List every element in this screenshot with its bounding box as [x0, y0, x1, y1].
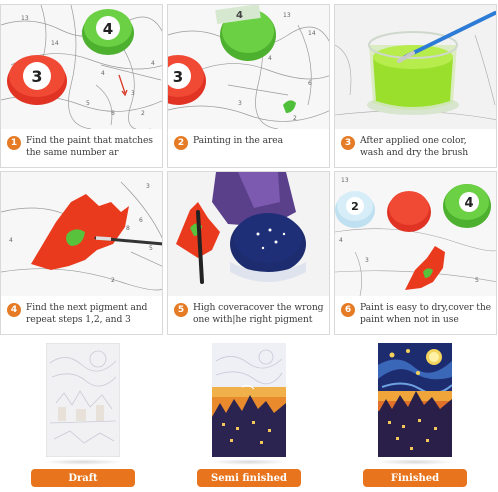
svg-text:4: 4 [101, 70, 105, 77]
svg-text:6: 6 [308, 80, 312, 87]
draft-shadow [43, 459, 123, 465]
draft-canvas-image [45, 342, 121, 458]
pot-label-green-2: 4 [236, 10, 243, 21]
step-5-text: High coveracover the wrong one with|he r… [193, 302, 324, 325]
step-card-3: 3 After applied one color, wash and dry … [334, 4, 497, 168]
step-1-caption: 1 Find the paint that matches the same n… [7, 132, 158, 167]
step-6-number: 6 [341, 303, 355, 317]
pot-label-blue: 2 [351, 200, 359, 213]
step-card-6: 13144 53 2 4 6 Paint is easy to dry,cove… [334, 171, 497, 335]
svg-text:4: 4 [268, 55, 272, 62]
stage-finished: Finished [332, 335, 498, 492]
step-1-number: 1 [7, 136, 21, 150]
svg-text:4: 4 [151, 60, 155, 67]
pot-label-red-2: 3 [173, 68, 183, 86]
svg-text:2: 2 [141, 110, 145, 117]
svg-text:5: 5 [149, 245, 153, 252]
step-6-caption: 6 Paint is easy to dry,cover the paint w… [341, 299, 492, 334]
pot-label-green: 4 [103, 20, 113, 38]
svg-text:14: 14 [51, 40, 59, 47]
step-6-text: Paint is easy to dry,cover the paint whe… [360, 302, 491, 325]
pot-label-red: 3 [31, 67, 42, 86]
svg-text:6: 6 [111, 110, 115, 117]
svg-text:4: 4 [9, 237, 13, 244]
svg-text:14: 14 [308, 30, 316, 37]
step-2-text: Painting in the area [193, 135, 283, 146]
svg-text:3: 3 [131, 90, 135, 97]
svg-text:13: 13 [283, 12, 291, 19]
step-2-number: 2 [174, 136, 188, 150]
svg-text:3: 3 [238, 100, 242, 107]
pot-label-green-6: 4 [464, 196, 473, 211]
svg-text:13: 13 [21, 15, 29, 22]
step-1-text: Find the paint that matches the same num… [26, 135, 153, 158]
stage-draft: Draft [0, 335, 166, 492]
semi-finished-label: Semi finished [197, 469, 301, 487]
finished-canvas-image [378, 343, 453, 457]
step-5-number: 5 [174, 303, 188, 317]
step-card-2: 13 14 4 3 6 2 3 4 2 Painting in the area [167, 4, 330, 168]
progress-stages: Draft Semi finished Finished [0, 335, 498, 492]
step-2-caption: 2 Painting in the area [174, 132, 325, 167]
step-3-text: After applied one color, wash and dry th… [360, 135, 469, 158]
step-card-1: 131415 436 425 3 4 1 Find the paint that… [0, 4, 163, 168]
step-4-text: Find the next pigment and repeat steps 1… [26, 302, 148, 325]
svg-text:13: 13 [341, 177, 349, 184]
finished-label: Finished [363, 469, 467, 487]
svg-text:3: 3 [146, 183, 150, 190]
step-card-5: 5 High coveracover the wrong one with|he… [167, 171, 330, 335]
finished-shadow [375, 459, 455, 465]
step-4-photo: 3 6 5 8 4 2 [1, 172, 162, 296]
semi-finished-shadow [209, 459, 289, 465]
step-2-photo: 13 14 4 3 6 2 3 4 [168, 5, 329, 129]
svg-text:3: 3 [365, 257, 369, 264]
svg-text:5: 5 [475, 277, 479, 284]
step-5-photo [168, 172, 329, 296]
step-4-number: 4 [7, 303, 21, 317]
svg-text:8: 8 [126, 225, 130, 232]
step-3-number: 3 [341, 136, 355, 150]
svg-text:6: 6 [139, 217, 143, 224]
step-4-caption: 4 Find the next pigment and repeat steps… [7, 299, 158, 334]
step-3-caption: 3 After applied one color, wash and dry … [341, 132, 492, 167]
instruction-grid: 131415 436 425 3 4 1 Find the paint that… [0, 0, 498, 335]
step-5-caption: 5 High coveracover the wrong one with|he… [174, 299, 325, 334]
stage-semi-finished: Semi finished [166, 335, 332, 492]
step-1-photo: 131415 436 425 3 4 [1, 5, 162, 129]
semi-finished-canvas-image [212, 343, 286, 457]
draft-label: Draft [31, 469, 135, 487]
svg-text:4: 4 [339, 237, 343, 244]
svg-text:2: 2 [111, 277, 115, 284]
svg-text:5: 5 [86, 100, 90, 107]
step-card-4: 3 6 5 8 4 2 4 Find the next pigment and repe… [0, 171, 163, 335]
step-3-photo [335, 5, 496, 129]
svg-text:2: 2 [293, 115, 297, 122]
step-6-photo: 13144 53 2 4 [335, 172, 496, 296]
